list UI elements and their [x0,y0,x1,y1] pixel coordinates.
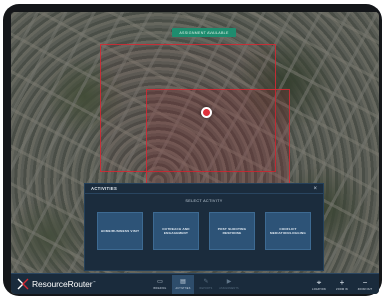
activity-home-business-visit[interactable]: HOME/BUSINESS VISIT [97,212,143,250]
minus-icon: − [362,278,368,287]
play-skip-icon: ▶ [226,279,232,285]
location-button[interactable]: ⌖ LOCATION [308,275,330,294]
close-icon[interactable]: × [313,186,317,192]
activity-post-shooting-response[interactable]: POST SHOOTING RESPONSE [209,212,255,250]
tool-briefing[interactable]: ▭ BRIEFING [149,275,171,294]
activities-icon: ▤ [180,279,186,285]
brand-logo: ResourceRouter™ [17,278,96,290]
tool-label: LOCATION [312,288,326,291]
zoom-in-button[interactable]: + ZOOM IN [331,275,353,294]
plus-icon: + [339,278,345,287]
map-controls: ⌖ LOCATION + ZOOM IN − ZOOM OUT [308,275,376,294]
tool-label: BRIEFING [153,287,167,290]
tool-label: ZOOM OUT [357,288,373,291]
activity-outreach-engagement[interactable]: OUTREACH AND ENGAGEMENT [153,212,199,250]
pencil-icon: ✎ [203,279,209,285]
zoom-out-button[interactable]: − ZOOM OUT [354,275,376,294]
tool-label: ASSIGNMENTS [219,287,239,290]
panel-title: ACTIVITIES [91,186,118,191]
briefing-icon: ▭ [157,279,163,285]
location-signal-icon: ⌖ [316,278,322,287]
tool-assignments[interactable]: ▶ ASSIGNMENTS [218,275,240,294]
tool-activities[interactable]: ▤ ACTIVITIES [172,275,194,294]
assignment-badge[interactable]: ASSIGNMENT AVAILABLE [172,28,236,37]
activity-conflict-mediation[interactable]: CONFLICT MEDIATION/LOGGING [265,212,311,250]
activity-options: HOME/BUSINESS VISIT OUTREACH AND ENGAGEM… [85,212,323,250]
panel-subtitle: SELECT ACTIVITY [185,199,223,203]
tool-reports[interactable]: ✎ REPORTS [195,275,217,294]
tool-label: REPORTS [199,287,213,290]
activities-panel: ACTIVITIES × SELECT ACTIVITY HOME/BUSINE… [84,183,324,271]
panel-header: ACTIVITIES × [85,184,323,194]
app-screen: ASSIGNMENT AVAILABLE ACTIVITIES × SELECT… [11,12,379,294]
resourcerouter-logo-icon [17,278,29,290]
bottom-toolbar: ResourceRouter™ ▭ BRIEFING ▤ ACTIVITIES … [11,273,379,294]
tablet-frame: ASSIGNMENT AVAILABLE ACTIVITIES × SELECT… [3,4,382,296]
brand-name: ResourceRouter™ [32,279,96,289]
location-pin-icon[interactable] [201,107,212,118]
tool-label: ACTIVITIES [175,287,191,290]
main-tools: ▭ BRIEFING ▤ ACTIVITIES ✎ REPORTS ▶ ASSI… [149,275,240,294]
tool-label: ZOOM IN [336,288,348,291]
